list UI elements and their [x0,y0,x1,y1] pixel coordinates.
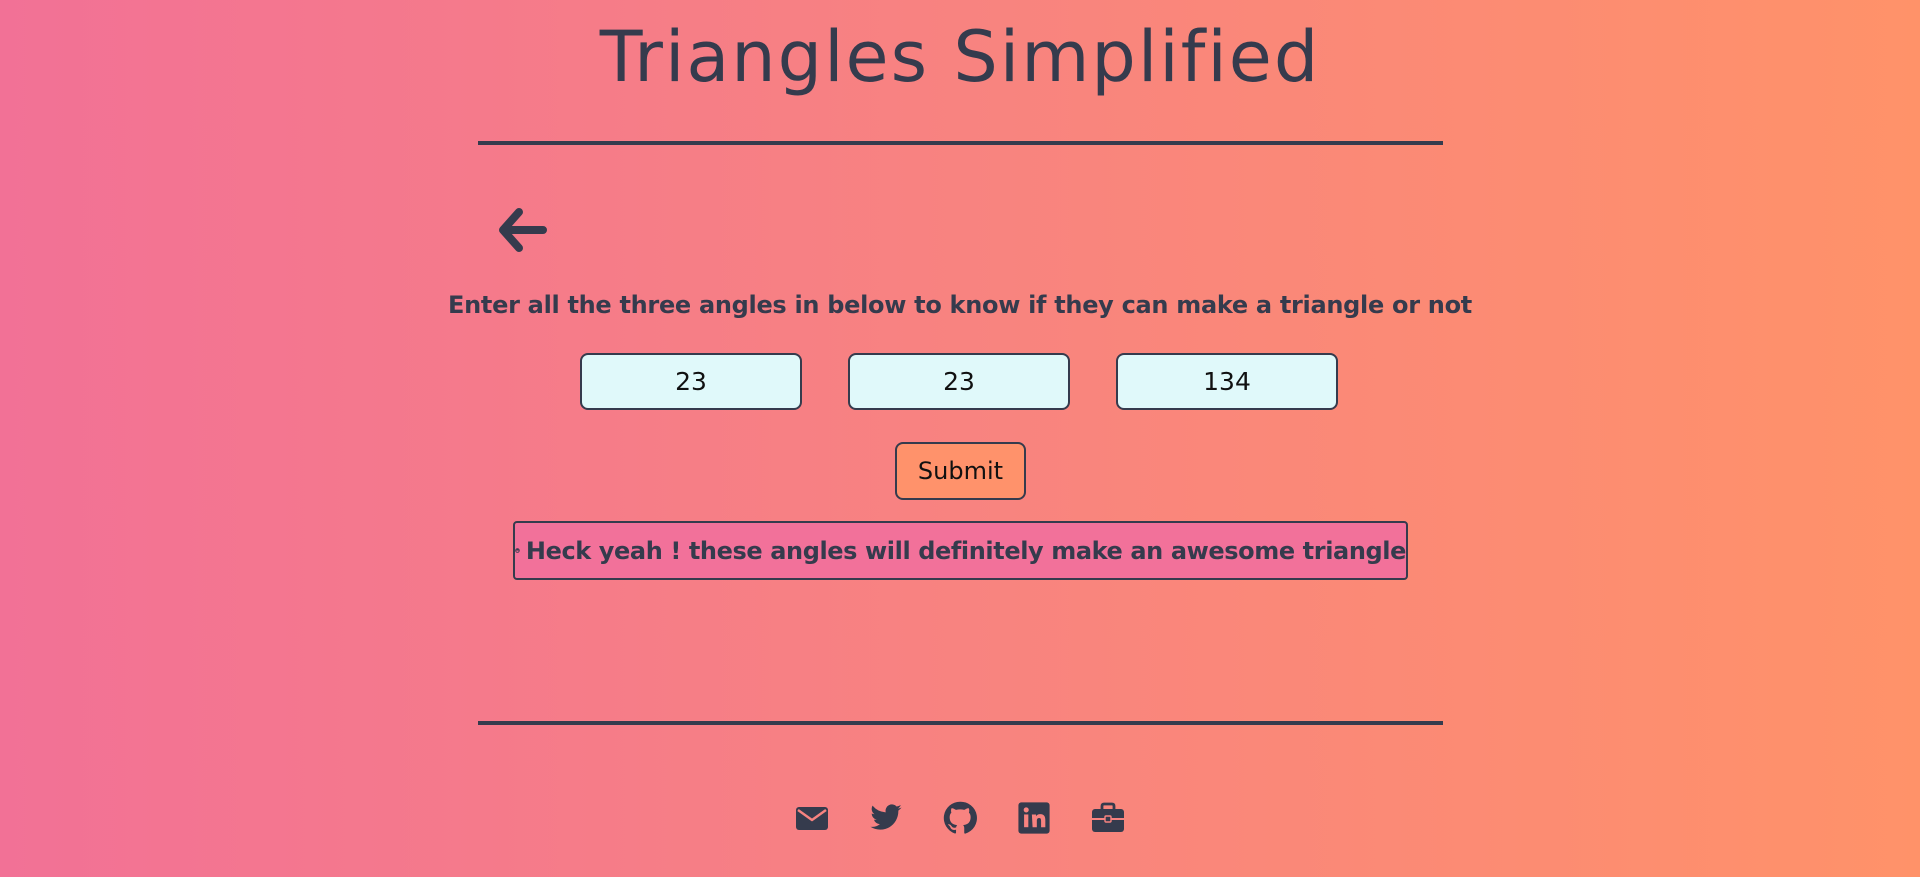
footer-links [0,801,1920,835]
angle-input-3[interactable] [1116,353,1338,410]
page-title: Triangles Simplified [599,16,1321,98]
result-text: Heck yeah ! these angles will definitely… [525,536,1407,565]
submit-button[interactable]: Submit [895,442,1026,500]
envelope-icon [796,807,828,830]
arrow-left-icon [499,208,547,252]
email-link[interactable] [795,801,829,835]
back-button[interactable] [497,206,547,256]
result-message: Heck yeah ! these angles will definitely… [513,521,1408,580]
linkedin-link[interactable] [1017,801,1051,835]
briefcase-icon [1092,802,1124,832]
footer-divider [478,721,1443,725]
header-divider [478,141,1443,145]
twitter-icon [870,804,902,830]
grinning-face-icon [515,548,520,553]
github-icon [943,801,977,834]
angle-input-1[interactable] [580,353,802,410]
twitter-link[interactable] [869,801,903,835]
instructions-text: Enter all the three angles in below to k… [448,291,1472,319]
github-link[interactable] [943,801,977,835]
linkedin-icon [1018,802,1050,834]
portfolio-link[interactable] [1091,801,1125,835]
angle-input-2[interactable] [848,353,1070,410]
